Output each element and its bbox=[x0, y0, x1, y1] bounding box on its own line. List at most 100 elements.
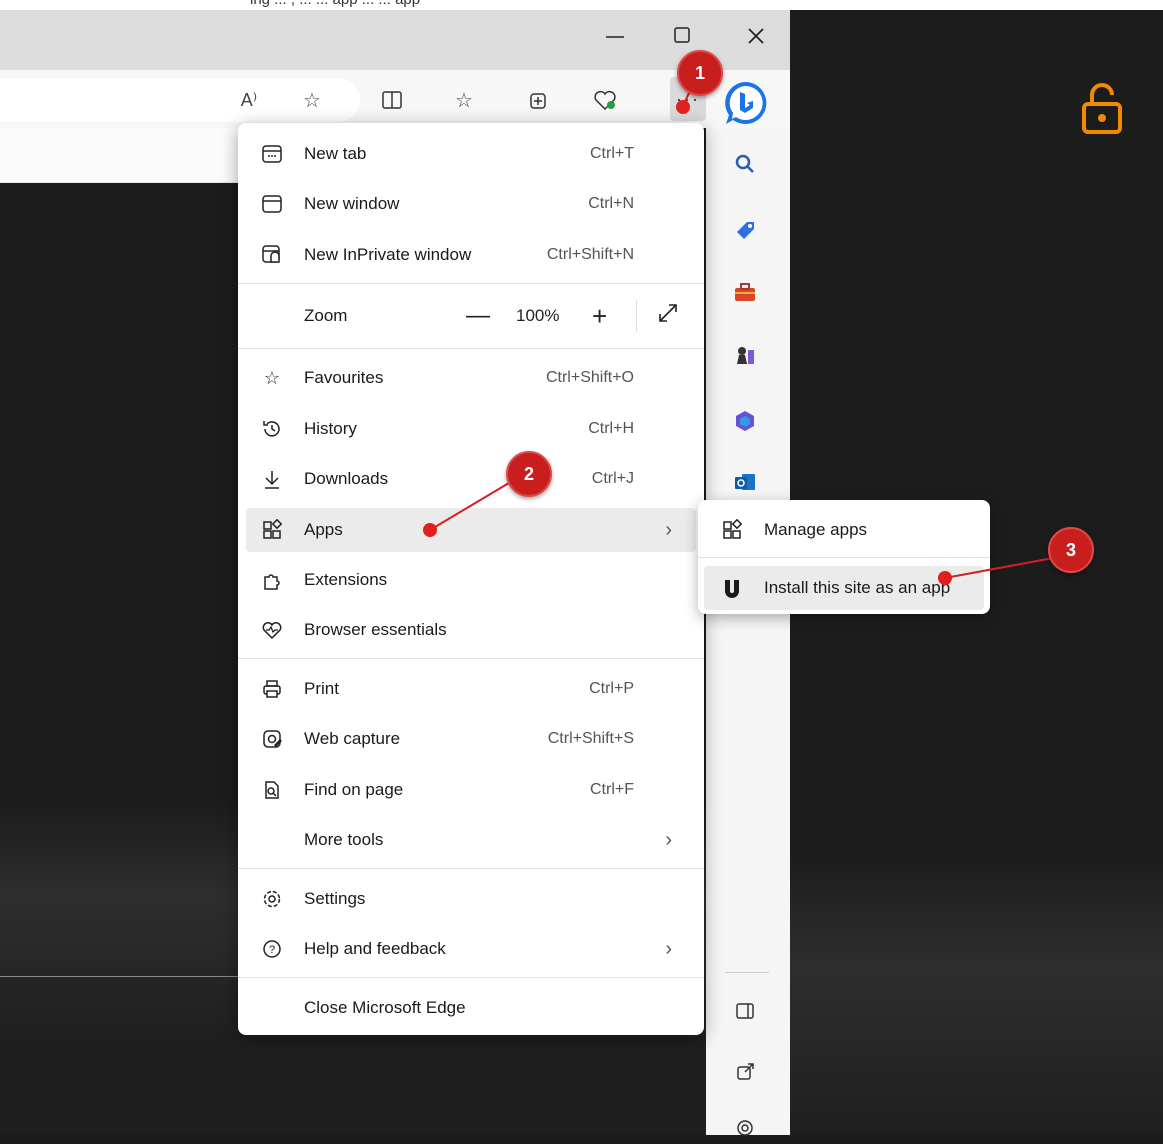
apps-icon bbox=[260, 518, 284, 542]
bing-copilot-icon[interactable] bbox=[720, 78, 770, 128]
apps-icon bbox=[720, 518, 744, 542]
menu-item-label: Close Microsoft Edge bbox=[304, 998, 466, 1017]
download-icon bbox=[260, 467, 284, 491]
zoom-divider bbox=[636, 300, 637, 332]
submenu-item-label: Install this site as an app bbox=[764, 578, 951, 597]
sidebar-settings-icon[interactable] bbox=[726, 1112, 764, 1144]
menu-item-label: History bbox=[304, 419, 357, 438]
help-icon: ? bbox=[260, 937, 284, 961]
browser-essentials-icon[interactable] bbox=[592, 87, 618, 113]
menu-item-find-on-page[interactable]: Find on page Ctrl+F bbox=[246, 768, 696, 812]
menu-item-settings[interactable]: Settings bbox=[246, 877, 696, 921]
menu-item-close-edge[interactable]: Close Microsoft Edge bbox=[246, 986, 696, 1030]
settings-and-more-menu: New tab Ctrl+T New window Ctrl+N New InP… bbox=[238, 123, 704, 1035]
menu-separator bbox=[238, 658, 704, 659]
fullscreen-icon[interactable] bbox=[656, 301, 680, 331]
menu-item-print[interactable]: Print Ctrl+P bbox=[246, 667, 696, 711]
menu-item-label: New tab bbox=[304, 144, 367, 163]
menu-item-label: Apps bbox=[304, 520, 343, 539]
maximize-button[interactable] bbox=[670, 24, 694, 48]
menu-item-label: New InPrivate window bbox=[304, 245, 472, 264]
menu-item-more-tools[interactable]: More tools › bbox=[246, 818, 696, 862]
search-icon[interactable] bbox=[726, 148, 764, 180]
minimize-button[interactable] bbox=[603, 24, 627, 48]
step-2-pointer bbox=[423, 523, 437, 537]
zoom-out-button[interactable]: — bbox=[466, 302, 490, 330]
outlook-icon[interactable] bbox=[726, 466, 764, 498]
step-1-pointer bbox=[676, 100, 690, 114]
new-tab-icon bbox=[260, 142, 284, 166]
menu-separator bbox=[238, 977, 704, 978]
menu-item-label: Browser essentials bbox=[304, 620, 447, 639]
apps-submenu: Manage apps Install this site as an app bbox=[698, 500, 990, 614]
chevron-right-icon: › bbox=[665, 937, 672, 960]
menu-item-label: Settings bbox=[304, 889, 366, 908]
close-button[interactable] bbox=[744, 24, 768, 48]
menu-item-browser-essentials[interactable]: Browser essentials bbox=[246, 608, 696, 652]
site-favicon-icon bbox=[720, 576, 744, 600]
menu-item-web-capture[interactable]: Web capture Ctrl+Shift+S bbox=[246, 717, 696, 761]
favorite-star-icon[interactable]: ☆ bbox=[299, 87, 325, 113]
sidebar-panel-icon[interactable] bbox=[726, 995, 764, 1027]
find-on-page-icon bbox=[260, 778, 284, 802]
step-3-badge: 3 bbox=[1048, 527, 1094, 573]
menu-item-shortcut: Ctrl+P bbox=[589, 680, 634, 697]
menu-item-shortcut: Ctrl+Shift+O bbox=[545, 369, 634, 386]
chevron-right-icon: › bbox=[665, 518, 672, 541]
menu-item-help-and-feedback[interactable]: ? Help and feedback › bbox=[246, 927, 696, 971]
tools-briefcase-icon[interactable] bbox=[726, 276, 764, 308]
menu-item-label: Print bbox=[304, 679, 339, 698]
inprivate-icon bbox=[260, 243, 284, 267]
submenu-separator bbox=[698, 557, 990, 558]
extensions-icon bbox=[260, 568, 284, 592]
top-strip bbox=[0, 0, 1163, 10]
step-1-badge: 1 bbox=[677, 50, 723, 96]
lock-open-icon bbox=[1082, 83, 1122, 134]
menu-item-extensions[interactable]: Extensions bbox=[246, 558, 696, 602]
menu-item-label: Favourites bbox=[304, 368, 384, 387]
menu-item-zoom: Zoom — 100% + bbox=[246, 294, 696, 338]
menu-item-favourites[interactable]: ☆ Favourites Ctrl+Shift+O bbox=[246, 356, 696, 400]
svg-text:?: ? bbox=[269, 944, 275, 956]
maximize-icon bbox=[674, 27, 690, 43]
menu-item-apps[interactable]: Apps › bbox=[246, 508, 696, 552]
submenu-item-label: Manage apps bbox=[764, 520, 868, 539]
external-link-icon[interactable] bbox=[726, 1056, 764, 1088]
menu-item-shortcut: Ctrl+Shift+N bbox=[546, 246, 634, 263]
favorites-icon[interactable]: ☆ bbox=[451, 87, 477, 113]
menu-separator bbox=[238, 348, 704, 349]
chevron-right-icon: › bbox=[665, 828, 672, 851]
sidebar-divider bbox=[725, 972, 769, 973]
menu-item-label: Downloads bbox=[304, 469, 389, 488]
minimize-icon bbox=[606, 36, 624, 38]
zoom-in-button[interactable]: + bbox=[592, 301, 607, 332]
menu-item-shortcut: Ctrl+N bbox=[588, 195, 634, 212]
menu-item-new-tab[interactable]: New tab Ctrl+T bbox=[246, 132, 696, 176]
menu-item-label: New window bbox=[304, 194, 400, 213]
menu-item-new-window[interactable]: New window Ctrl+N bbox=[246, 182, 696, 226]
web-capture-icon bbox=[260, 727, 284, 751]
menu-item-label: More tools bbox=[304, 830, 384, 849]
menu-item-new-inprivate-window[interactable]: New InPrivate window Ctrl+Shift+N bbox=[246, 233, 696, 277]
games-chess-icon[interactable] bbox=[726, 340, 764, 372]
menu-item-label: Web capture bbox=[304, 729, 401, 748]
gear-icon bbox=[260, 887, 284, 911]
microsoft-365-icon[interactable] bbox=[726, 405, 764, 437]
step-2-badge: 2 bbox=[506, 451, 552, 497]
split-screen-icon[interactable] bbox=[379, 87, 405, 113]
cutoff-caption: ing ... , ... ... app ... ... app bbox=[250, 0, 420, 8]
menu-item-shortcut: Ctrl+Shift+S bbox=[547, 730, 634, 747]
favourites-icon: ☆ bbox=[263, 367, 281, 388]
menu-item-label: Find on page bbox=[304, 780, 404, 799]
menu-item-shortcut: Ctrl+T bbox=[590, 145, 634, 162]
menu-item-downloads[interactable]: Downloads Ctrl+J bbox=[246, 457, 696, 501]
menu-item-shortcut: Ctrl+J bbox=[591, 470, 634, 487]
shopping-tag-icon[interactable] bbox=[726, 214, 764, 246]
read-aloud-icon[interactable]: A⁾ bbox=[236, 87, 262, 113]
zoom-level: 100% bbox=[516, 306, 560, 325]
history-icon bbox=[260, 417, 284, 441]
menu-item-history[interactable]: History Ctrl+H bbox=[246, 407, 696, 451]
collections-icon[interactable] bbox=[524, 87, 550, 113]
new-window-icon bbox=[260, 192, 284, 216]
submenu-item-manage-apps[interactable]: Manage apps bbox=[704, 508, 984, 552]
